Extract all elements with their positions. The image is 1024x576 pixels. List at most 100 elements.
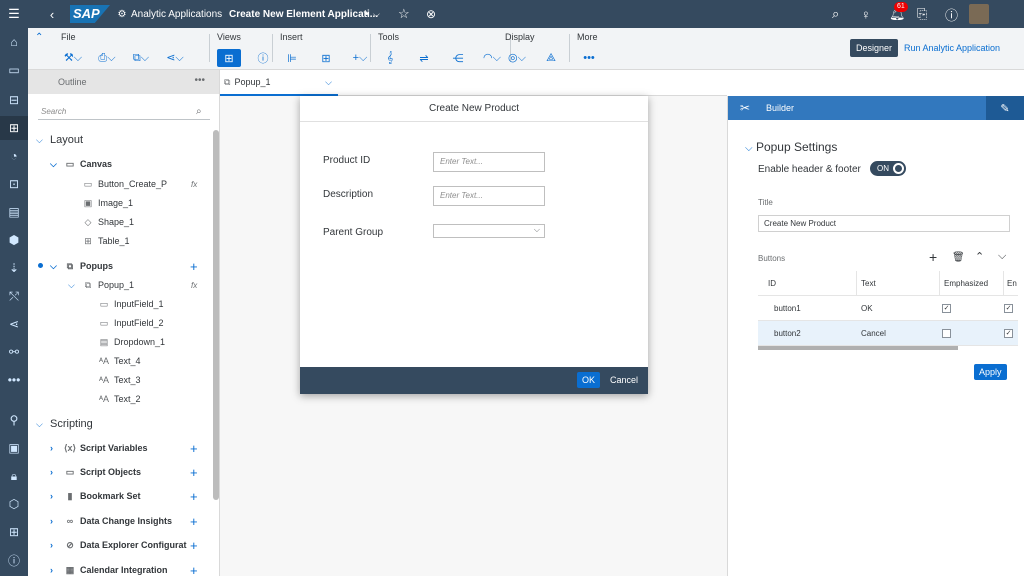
security-icon[interactable]: 🔒︎ (0, 464, 28, 488)
save-icon[interactable]: ⎙⌵ (95, 49, 119, 67)
more-icon[interactable]: ••• (0, 368, 28, 392)
tree-item-image[interactable]: ▣ Image_1 (82, 193, 133, 213)
tree-item-dropdown[interactable]: ▤ Dropdown_1 (98, 332, 165, 352)
wrench-icon[interactable]: ⚒⌵ (61, 49, 85, 67)
data-import-icon[interactable]: ⇣ (0, 256, 28, 280)
add-icon[interactable]: + (190, 538, 198, 553)
move-down-icon[interactable]: ⌵ (998, 250, 1006, 263)
delete-icon[interactable]: 🗑︎ (952, 252, 965, 263)
ok-button[interactable]: OK (577, 372, 601, 388)
chart-icon[interactable]: ⊫ (280, 49, 304, 67)
add-icon[interactable]: + (190, 259, 198, 274)
enabled-checkbox[interactable]: ✓ (1004, 304, 1013, 313)
more-icon[interactable]: ••• (577, 49, 601, 67)
tree-item-table[interactable]: ⊞ Table_1 (82, 231, 129, 251)
enabled-checkbox[interactable]: ✓ (1004, 329, 1013, 338)
apply-button[interactable]: Apply (974, 364, 1007, 380)
format-icon[interactable]: ⟁ (539, 49, 563, 67)
share-icon[interactable]: ⋖⌵ (163, 49, 187, 67)
help-icon[interactable]: ⓘ (945, 0, 958, 28)
designer-button[interactable]: Designer (850, 39, 899, 57)
emphasized-checkbox[interactable]: ✓ (942, 304, 951, 313)
avatar[interactable] (969, 4, 989, 24)
tree-item-inputfield-2[interactable]: ▭ InputField_2 (98, 313, 164, 333)
tree-item-text-2[interactable]: ᴬA Text_2 (98, 389, 141, 409)
collapse-icon[interactable]: ⌃ (35, 32, 43, 43)
modeler-icon[interactable]: ▤ (0, 200, 28, 224)
network-icon[interactable]: ⋲ (446, 49, 470, 67)
tree-canvas[interactable]: ⌵ ▭ Canvas (50, 154, 220, 174)
product-id-input[interactable]: Enter Text... (433, 152, 545, 172)
tree-script-variables[interactable]: › ⟨x⟩ Script Variables + (50, 438, 220, 458)
chevron-down-icon[interactable]: ⌵ (325, 77, 332, 88)
binoculars-icon[interactable]: ⚯ (0, 340, 28, 364)
search-input[interactable]: Search (38, 104, 210, 120)
add-icon[interactable]: +⌵ (348, 49, 372, 67)
menu-icon[interactable]: ☰ (4, 0, 24, 28)
tree-calendar-integration[interactable]: › ▦ Calendar Integration + (50, 560, 220, 576)
add-icon[interactable]: + (190, 563, 198, 576)
tree-item-button-create[interactable]: ▭ Button_Create_P fx (82, 174, 220, 194)
analytic-app-icon[interactable]: ⊞ (0, 116, 28, 140)
doc-title[interactable]: Create New Element Applicati... (229, 0, 378, 28)
digital-boardroom-icon[interactable]: ◔ (0, 144, 28, 168)
tree-data-change-insights[interactable]: › ∞ Data Change Insights + (50, 511, 220, 531)
section-layout[interactable]: ⌵ Layout (36, 130, 83, 150)
chevron-down-icon[interactable]: ⌵ (373, 0, 380, 28)
tree-item-shape[interactable]: ◇ Shape_1 (82, 212, 135, 232)
star-icon[interactable]: ☆ (398, 0, 410, 28)
enable-header-footer-toggle[interactable]: ON (870, 161, 906, 176)
tree-data-explorer[interactable]: › ⊘ Data Explorer Configurat + (50, 535, 220, 555)
formula-icon[interactable]: 𝄞 (378, 49, 402, 67)
catalog-icon[interactable]: ▣ (0, 436, 28, 460)
presentation-icon[interactable]: ⊡ (0, 172, 28, 196)
tree-item-text-4[interactable]: ᴬA Text_4 (98, 351, 141, 371)
gauge-icon[interactable]: ◠⌵ (480, 49, 504, 67)
copy-icon[interactable]: ⧉⌵ (129, 49, 153, 67)
cube-icon[interactable]: ⬢ (0, 228, 28, 252)
info-icon[interactable]: ⓘ (0, 548, 28, 572)
home-icon[interactable]: ⌂ (0, 30, 28, 54)
run-application-button[interactable]: Run Analytic Application (904, 39, 1000, 57)
back-icon[interactable]: ‹ (44, 0, 60, 28)
filter-icon[interactable]: ⇌ (412, 49, 436, 67)
deploy-icon[interactable]: ⚲ (0, 408, 28, 432)
add-icon[interactable]: + (929, 249, 937, 265)
chat-icon[interactable]: ⎘ (917, 0, 927, 28)
tree-item-text-3[interactable]: ᴬA Text_3 (98, 370, 141, 390)
transform-icon[interactable]: ⤲ (0, 284, 28, 308)
parent-group-dropdown[interactable]: ⌵ (433, 224, 545, 238)
emphasized-checkbox[interactable] (942, 329, 951, 338)
tree-popup-1[interactable]: ⌵ ⧉ Popup_1 fx (68, 275, 220, 295)
table-row[interactable]: button2 Cancel ✓ (758, 321, 1018, 346)
section-scripting[interactable]: ⌵ Scripting (36, 414, 93, 434)
close-circle-icon[interactable]: ⊗ (426, 0, 436, 28)
description-input[interactable]: Enter Text... (433, 186, 545, 206)
cancel-button[interactable]: Cancel (610, 372, 638, 388)
tree-popups[interactable]: ⌵ ⧉ Popups + (50, 256, 220, 276)
script-icon[interactable]: fx (191, 180, 197, 189)
app-name[interactable]: Analytic Applications (131, 0, 222, 28)
table-icon[interactable]: ⊞ (314, 49, 338, 67)
add-icon[interactable]: + (190, 441, 198, 456)
add-icon[interactable]: + (190, 465, 198, 480)
styling-icon[interactable]: ✎ (986, 96, 1024, 120)
add-icon[interactable]: + (190, 514, 198, 529)
table-row[interactable]: button1 OK ✓ ✓ (758, 296, 1018, 321)
tree-bookmark-set[interactable]: › ▮ Bookmark Set + (50, 486, 220, 506)
palette-icon[interactable]: ◎⌵ (505, 49, 529, 67)
connections-icon[interactable]: ⋖ (0, 312, 28, 336)
files-icon[interactable]: ▭ (0, 58, 28, 82)
more-icon[interactable]: ••• (194, 75, 205, 86)
tree-script-objects[interactable]: › ▭ Script Objects + (50, 462, 220, 482)
popup-settings-section[interactable]: ⌵ Popup Settings (745, 140, 837, 154)
add-icon[interactable]: + (190, 489, 198, 504)
lightbulb-icon[interactable]: ♀ (861, 0, 871, 28)
move-up-icon[interactable]: ⌃ (975, 250, 984, 263)
script-icon[interactable]: fx (191, 281, 197, 290)
tab-popup-1[interactable]: ⧉ Popup_1 ⌵ (220, 70, 338, 96)
outline-view-icon[interactable]: ⊞ (217, 49, 241, 67)
title-input[interactable]: Create New Product (758, 215, 1010, 232)
search-icon[interactable]: ⌕ (832, 0, 839, 28)
search-icon[interactable]: ⌕ (196, 106, 202, 117)
